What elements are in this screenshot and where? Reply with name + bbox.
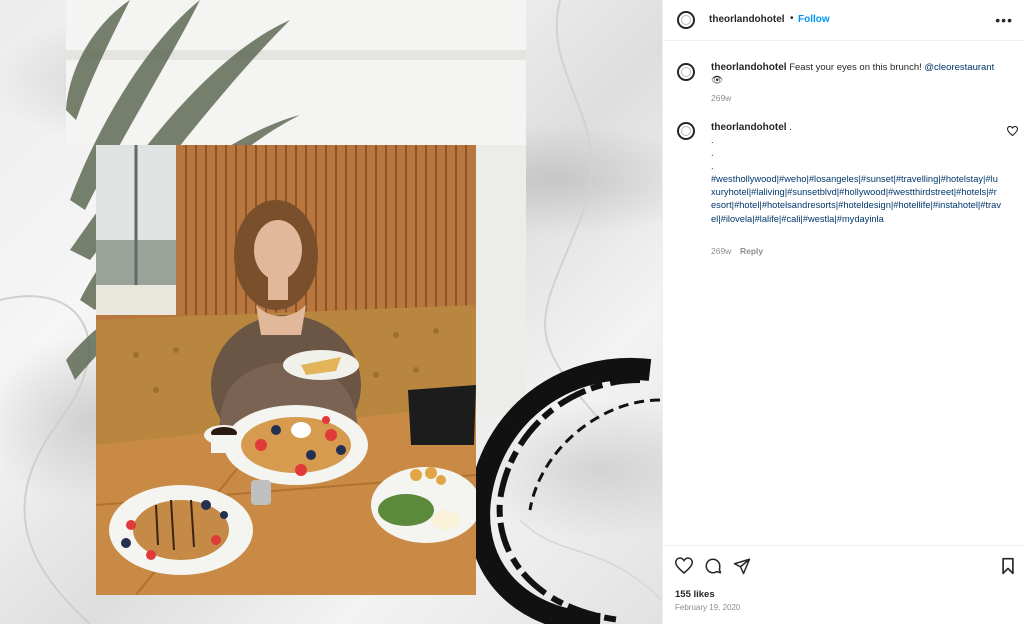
caption: theorlandohotel Feast your eyes on this … [711, 61, 1011, 87]
comment-time[interactable]: 269w [711, 246, 731, 256]
dot-line: . [711, 161, 714, 172]
bookmark-icon[interactable] [1001, 557, 1015, 575]
follow-button[interactable]: Follow [798, 14, 830, 25]
comment-avatar[interactable] [677, 122, 695, 140]
post-sidebar: theorlandohotel • Follow ••• theorlandoh… [662, 0, 1024, 624]
caption-mention[interactable]: @cleorestaurant [924, 62, 994, 73]
post-header: theorlandohotel • Follow ••• [663, 0, 1024, 41]
comment-header: theorlandohotel . [711, 121, 792, 134]
like-icon[interactable] [675, 557, 693, 574]
avatar[interactable] [677, 11, 695, 29]
comment-icon[interactable] [704, 557, 722, 575]
dot-line: . [711, 148, 714, 159]
comment-text: . [789, 122, 792, 133]
separator-dot: • [790, 13, 794, 24]
share-icon[interactable] [733, 557, 751, 575]
action-bar: 155 likes February 19, 2020 [663, 545, 1024, 625]
comment-username[interactable]: theorlandohotel [711, 122, 787, 133]
header-username[interactable]: theorlandohotel [709, 14, 785, 25]
caption-time[interactable]: 269w [711, 93, 731, 103]
comment-dots: . . . [711, 134, 714, 173]
post-date[interactable]: February 19, 2020 [675, 603, 740, 612]
caption-emoji: 👁 [711, 75, 724, 86]
heart-icon[interactable] [1007, 126, 1018, 136]
caption-username[interactable]: theorlandohotel [711, 62, 787, 73]
dot-line: . [711, 135, 714, 146]
reply-button[interactable]: Reply [740, 246, 763, 256]
brunch-photo [96, 145, 476, 595]
likes-count[interactable]: 155 likes [675, 589, 715, 600]
hashtag-list[interactable]: #westhollywood|#weho|#losangeles|#sunset… [711, 173, 1001, 226]
caption-avatar[interactable] [677, 63, 695, 81]
post-photo [96, 145, 476, 595]
more-options-icon[interactable]: ••• [995, 12, 1013, 28]
caption-text: Feast your eyes on this brunch! [789, 62, 922, 73]
post-image-area[interactable] [0, 0, 662, 624]
